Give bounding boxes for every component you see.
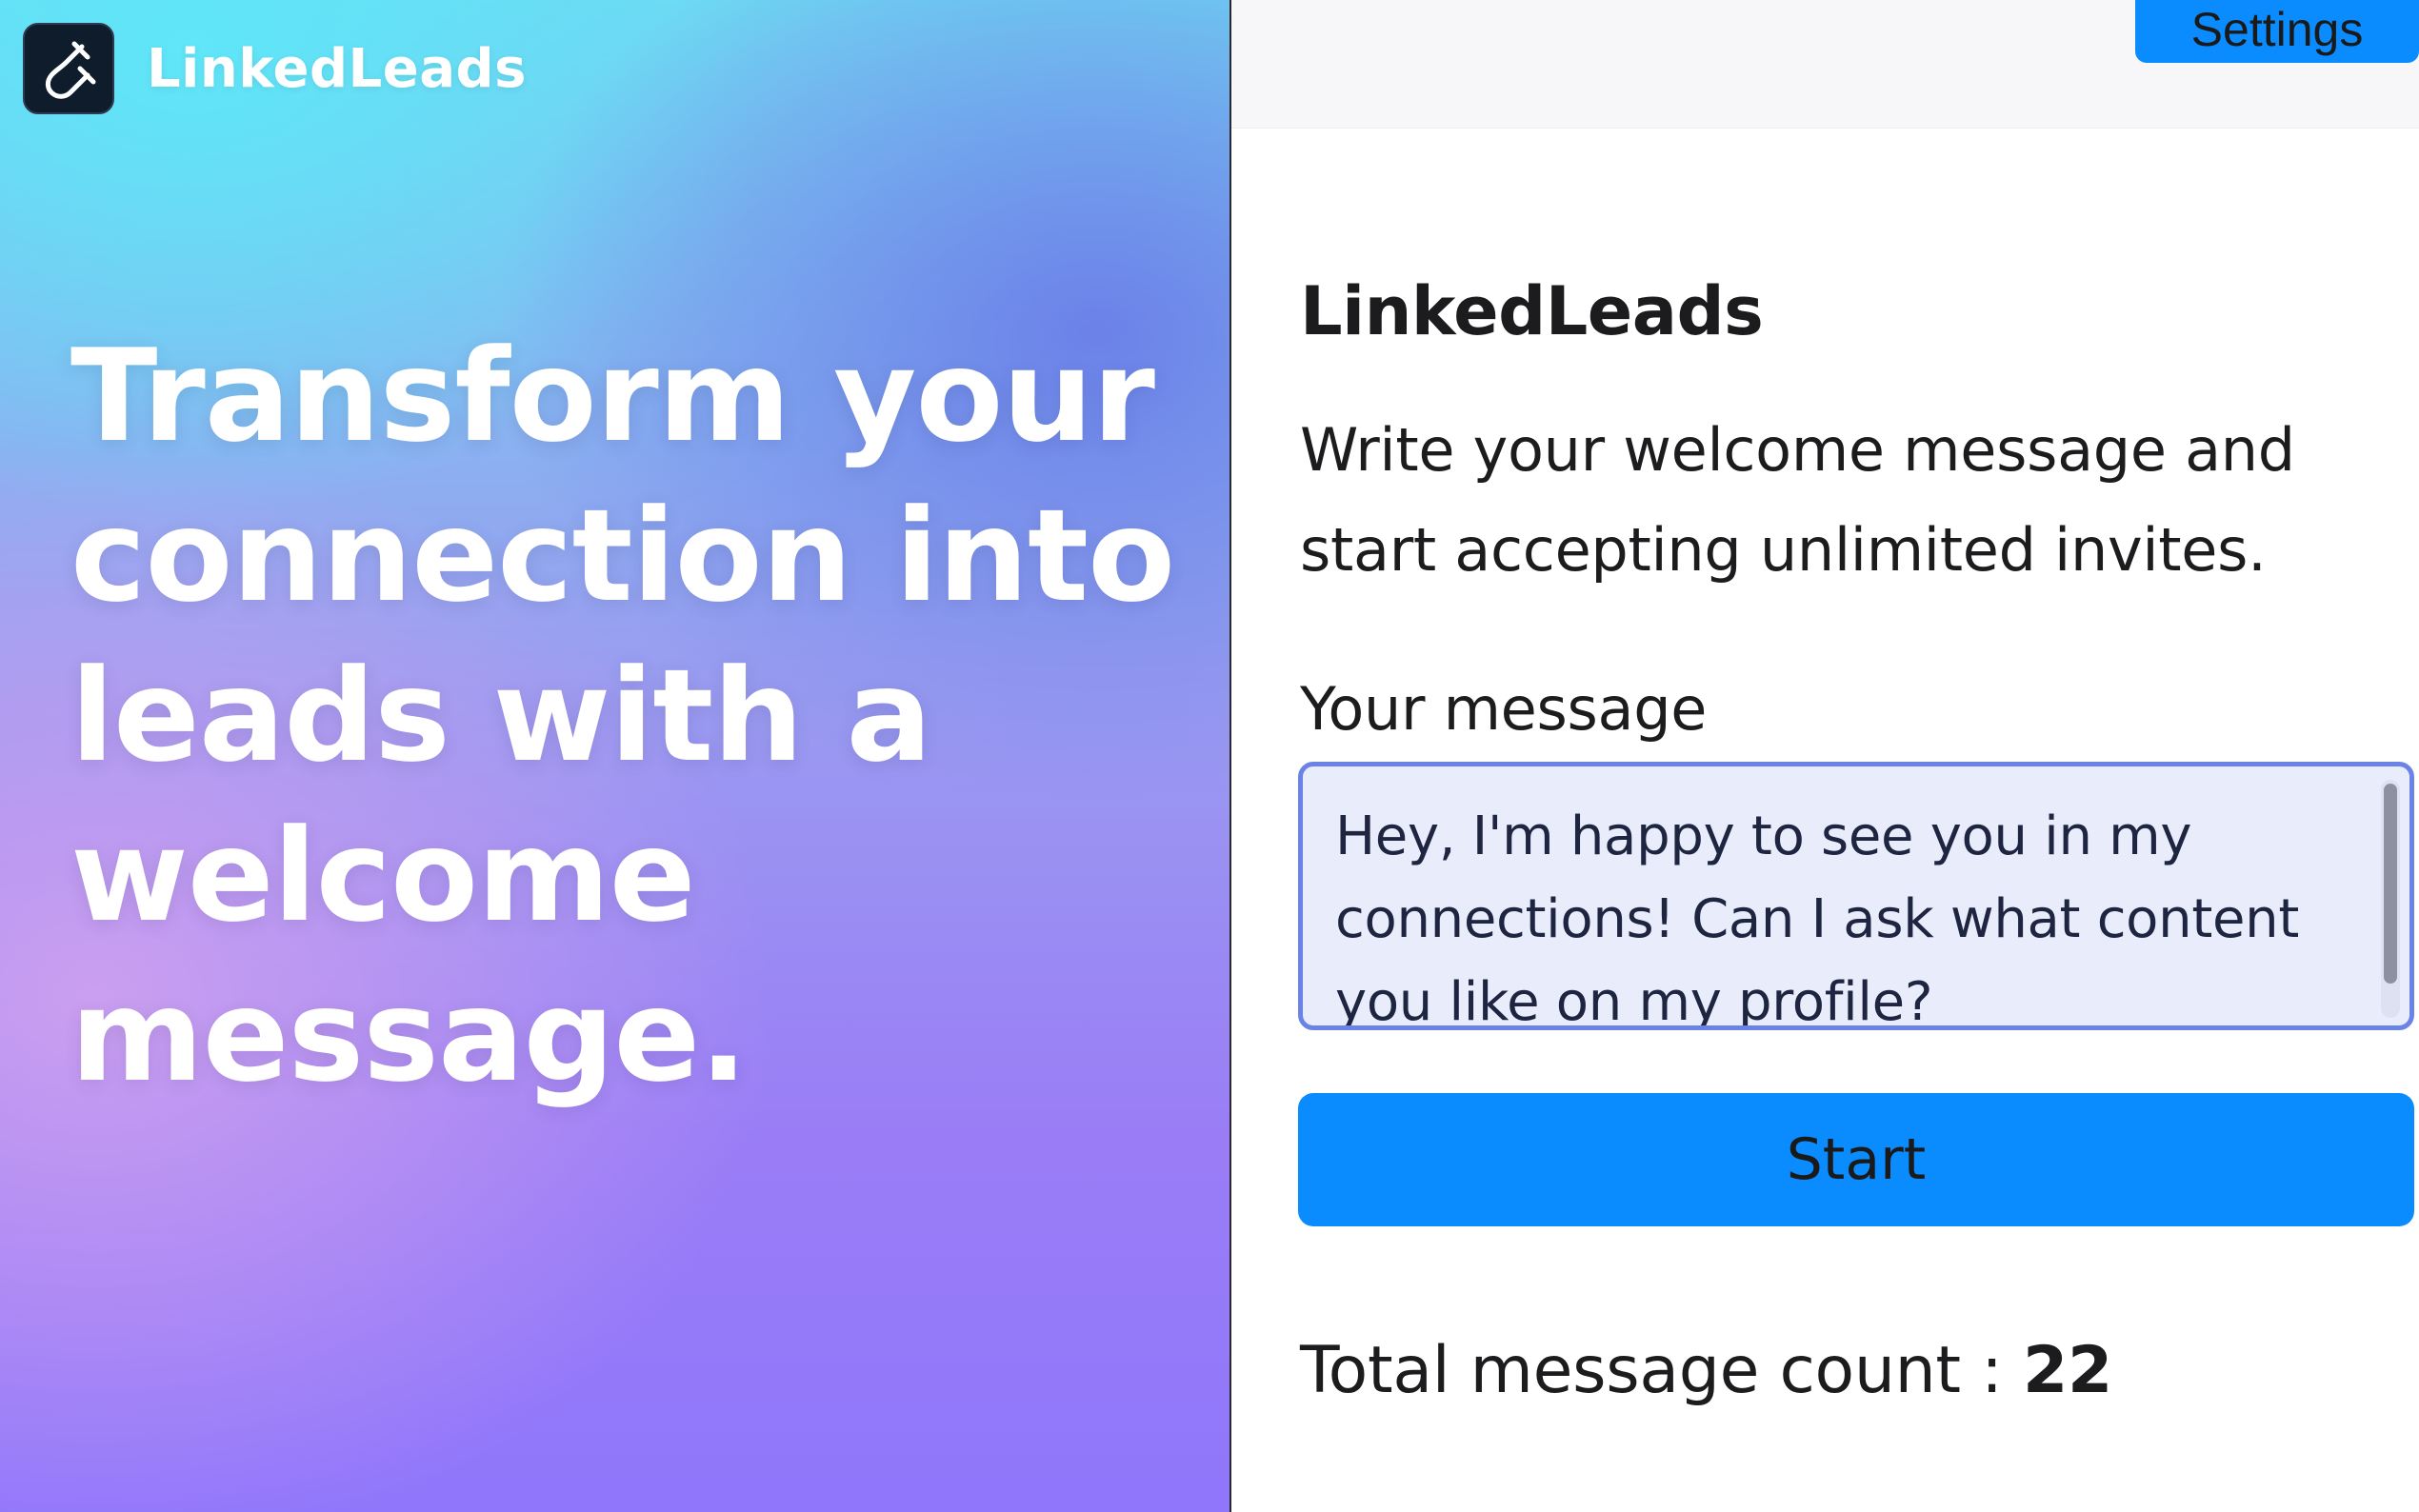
hero-panel: LinkedLeads Transform your connection in… bbox=[0, 0, 1229, 1512]
panel-title: LinkedLeads bbox=[1300, 272, 1764, 350]
brand-name: LinkedLeads bbox=[147, 37, 527, 100]
start-button[interactable]: Start bbox=[1298, 1093, 2414, 1226]
app-window: LinkedLeads Transform your connection in… bbox=[0, 0, 2419, 1512]
brand: LinkedLeads bbox=[23, 23, 527, 114]
hero-headline: Transform your connection into leads wit… bbox=[70, 322, 1175, 1110]
settings-button[interactable]: Settings bbox=[2135, 0, 2419, 63]
textarea-scrollbar[interactable] bbox=[2381, 780, 2400, 1018]
total-count-value: 22 bbox=[2023, 1333, 2113, 1408]
total-message-count: Total message count : 22 bbox=[1300, 1333, 2112, 1408]
total-count-label: Total message count : bbox=[1300, 1333, 2024, 1408]
magnet-icon bbox=[23, 23, 114, 114]
message-label: Your message bbox=[1300, 674, 1708, 744]
message-text[interactable]: Hey, I'm happy to see you in my connecti… bbox=[1335, 795, 2345, 1025]
popup-panel: Settings LinkedLeads Write your welcome … bbox=[1231, 0, 2419, 1512]
panel-description: Write your welcome message and start acc… bbox=[1300, 415, 2295, 585]
textarea-scrollbar-thumb[interactable] bbox=[2384, 784, 2397, 984]
top-bar: Settings bbox=[1231, 0, 2419, 129]
message-textarea[interactable]: Hey, I'm happy to see you in my connecti… bbox=[1298, 762, 2414, 1030]
